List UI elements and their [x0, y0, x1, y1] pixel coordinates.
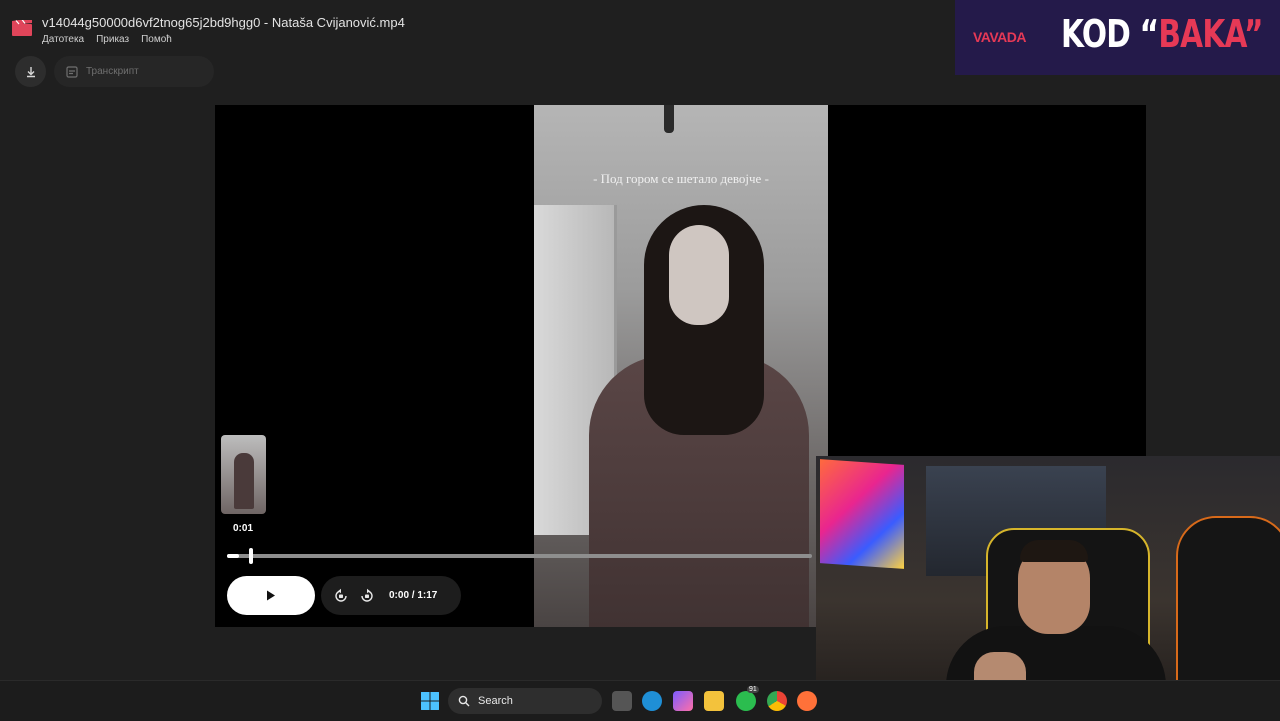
transcript-icon [66, 65, 78, 78]
download-button[interactable] [15, 56, 46, 87]
copilot-icon[interactable] [673, 691, 693, 711]
promo-code: KOD “BAKA” [1061, 12, 1263, 56]
play-button[interactable] [227, 576, 315, 615]
thumbnail-figure [234, 453, 254, 509]
whatsapp-badge: 91 [747, 686, 759, 693]
seek-preview-time: 0:01 [233, 523, 254, 534]
transcript-label: Транскрипт [86, 66, 139, 77]
whatsapp-icon[interactable] [736, 691, 756, 711]
file-explorer-icon[interactable] [704, 691, 724, 711]
promo-code-prefix: KOD “ [1061, 12, 1159, 56]
menu-help[interactable]: Помоћ [141, 34, 172, 45]
search-label: Search [478, 695, 513, 707]
clapperboard-icon [12, 20, 32, 36]
menu-bar: Датотека Приказ Помоћ [42, 34, 172, 45]
sponsor-logo: VAVADA [973, 29, 1027, 45]
taskbar-search[interactable]: Search [448, 688, 602, 714]
video-figure-face [669, 225, 729, 325]
seek-bar-handle[interactable] [248, 548, 253, 564]
play-icon [267, 590, 275, 601]
transcript-button[interactable]: Транскрипт [54, 56, 214, 87]
taskbar: Search 91 [0, 680, 1280, 721]
seek-bar-progress [227, 554, 239, 558]
video-subtitle: - Под гором се шетало девојче - [593, 171, 769, 186]
playback-controls: 0:00 / 1:17 [321, 576, 461, 615]
video-frame: - Под гором се шетало девојче - [534, 105, 828, 627]
seek-bar[interactable] [227, 548, 812, 564]
task-view-icon[interactable] [612, 691, 632, 711]
rewind-10-icon[interactable] [333, 588, 349, 604]
seek-preview-thumbnail [221, 435, 266, 514]
video-lamp [664, 105, 674, 133]
chrome-icon[interactable] [767, 691, 787, 711]
search-icon [458, 695, 470, 707]
download-icon [26, 66, 35, 77]
menu-view[interactable]: Приказ [96, 34, 129, 45]
edge-browser-icon[interactable] [642, 691, 662, 711]
time-display: 0:00 / 1:17 [389, 590, 438, 601]
window-title: v14044g50000d6vf2tnog65j2bd9hgg0 - Nataš… [42, 15, 405, 30]
menu-file[interactable]: Датотека [42, 34, 84, 45]
webcam-tv-screen [820, 459, 904, 569]
promo-code-suffix: ” [1243, 12, 1263, 56]
windows-start-icon[interactable] [420, 691, 440, 711]
webcam-person-hair [1020, 540, 1088, 562]
firefox-icon[interactable] [797, 691, 817, 711]
sponsor-banner: VAVADA KOD “BAKA” [955, 0, 1280, 75]
forward-10-icon[interactable] [359, 588, 375, 604]
promo-code-value: BAKA [1158, 12, 1244, 56]
